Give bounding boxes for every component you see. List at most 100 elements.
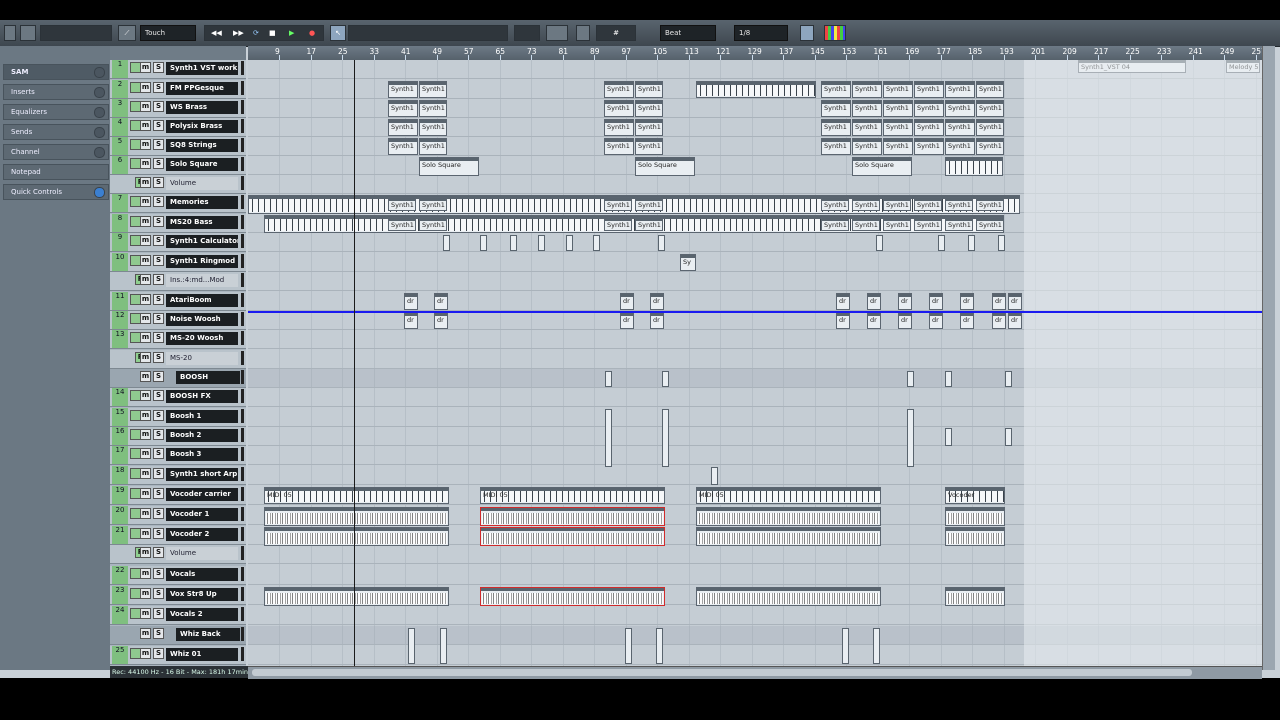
vocoder-audio-event[interactable]: [264, 507, 449, 526]
solo-button[interactable]: S: [153, 120, 164, 131]
drum-event[interactable]: dr: [929, 312, 943, 329]
small-event[interactable]: [593, 235, 600, 251]
track-name[interactable]: Vocoder carrier: [166, 488, 238, 501]
synth1-event[interactable]: Synth1: [883, 217, 911, 231]
drum-event[interactable]: dr: [960, 293, 974, 310]
synth1-event[interactable]: Synth1: [635, 217, 663, 231]
synth1-event[interactable]: Synth1: [821, 100, 851, 117]
track-name[interactable]: Vocoder 1: [166, 508, 238, 521]
track-header[interactable]: RmSIns.:4:md...Mod: [110, 272, 246, 291]
mute-button[interactable]: m: [140, 648, 151, 659]
timeline-ruler[interactable]: 9 17 25 33 41 49 57 65 73 81 89 97 105 113 121 129 137 14…: [248, 46, 1262, 61]
mute-button[interactable]: m: [140, 196, 151, 207]
track-header[interactable]: 19 m S Vocoder carrier: [110, 486, 246, 505]
solo-button[interactable]: S: [153, 196, 164, 207]
track-header[interactable]: 12 m S Noise Woosh: [110, 311, 246, 330]
drum-event[interactable]: dr: [650, 293, 664, 310]
synth1-event[interactable]: Synth1: [419, 217, 447, 231]
track-name[interactable]: Vocals: [166, 568, 238, 581]
inspector-channel[interactable]: Channel: [3, 144, 109, 160]
bypass-sends-icon[interactable]: [94, 127, 105, 138]
track-name[interactable]: Boosh 1: [166, 410, 238, 423]
synth1-event[interactable]: Synth1: [945, 197, 973, 211]
track-header[interactable]: 21 m S Vocoder 2: [110, 526, 246, 545]
project-cursor[interactable]: [354, 60, 355, 670]
track-name[interactable]: Vocals 2: [166, 608, 238, 621]
solo-square-event[interactable]: [945, 157, 1003, 176]
synth1-event[interactable]: Synth1: [604, 217, 632, 231]
bypass-inserts-icon[interactable]: [94, 87, 105, 98]
vocoder-carrier-event[interactable]: MIDI 05: [480, 487, 665, 504]
solo-button[interactable]: S: [153, 235, 164, 246]
automation-icon[interactable]: ⟋: [118, 25, 136, 41]
track-header[interactable]: 14 m S BOOSH FX: [110, 388, 246, 407]
track-name[interactable]: WS Brass: [166, 101, 238, 114]
vocoder-audio-event[interactable]: [480, 527, 665, 546]
automation-mode-select[interactable]: Touch: [140, 25, 196, 41]
small-event[interactable]: [1005, 428, 1012, 446]
track-name[interactable]: Vocoder 2: [166, 528, 238, 541]
small-event[interactable]: [656, 628, 663, 664]
mute-button[interactable]: m: [140, 352, 151, 363]
synth1-event[interactable]: Synth1: [914, 197, 942, 211]
grid-type-select[interactable]: Beat: [660, 25, 716, 41]
synth1-event[interactable]: Synth1: [635, 119, 663, 136]
drum-event[interactable]: dr: [620, 293, 634, 310]
solo-button[interactable]: S: [153, 390, 164, 401]
small-event[interactable]: [907, 409, 914, 467]
vocoder-carrier-event[interactable]: MIDI 05: [264, 487, 449, 504]
synth1-event[interactable]: Synth1: [852, 217, 880, 231]
track-name[interactable]: Ins.:4:md...Mod: [166, 274, 238, 287]
small-event[interactable]: [662, 409, 669, 467]
track-name[interactable]: Synth1 Ringmod: [166, 255, 238, 268]
track-header[interactable]: 22 m S Vocals: [110, 566, 246, 585]
track-name[interactable]: Whiz 01: [166, 648, 238, 661]
track-name[interactable]: SQ8 Strings: [166, 139, 238, 152]
synth1-event[interactable]: Synth1: [419, 138, 447, 155]
synth1-event[interactable]: Synth1: [821, 138, 851, 155]
synth1-event[interactable]: Synth1: [883, 81, 913, 98]
mute-button[interactable]: m: [140, 468, 151, 479]
synth1-event[interactable]: Synth1: [976, 197, 1004, 211]
synth1-event[interactable]: Synth1: [635, 138, 663, 155]
small-event[interactable]: [408, 628, 415, 664]
small-event[interactable]: [443, 235, 450, 251]
solo-button[interactable]: S: [153, 255, 164, 266]
mute-button[interactable]: m: [140, 628, 151, 639]
channel-icon[interactable]: [94, 147, 105, 158]
track-header[interactable]: RmSVolume: [110, 545, 246, 564]
grid-icon[interactable]: #: [596, 25, 636, 41]
track-name[interactable]: Polysix Brass: [166, 120, 238, 133]
synth1-event[interactable]: Synth1: [945, 100, 975, 117]
solo-button[interactable]: S: [153, 448, 164, 459]
track-name[interactable]: Volume: [166, 177, 238, 190]
solo-button[interactable]: S: [153, 608, 164, 619]
mute-button[interactable]: m: [140, 177, 151, 188]
drum-event[interactable]: dr: [434, 293, 448, 310]
synth1-event[interactable]: Synth1: [388, 197, 416, 211]
synth1-event[interactable]: Synth1: [604, 138, 634, 155]
play-icon[interactable]: ▶: [289, 26, 294, 40]
synth1-event[interactable]: Synth1: [388, 119, 418, 136]
drum-event[interactable]: dr: [620, 312, 634, 329]
synth1-event[interactable]: Synth1: [419, 81, 447, 98]
solo-button[interactable]: S: [153, 177, 164, 188]
synth1-event[interactable]: Synth1: [419, 119, 447, 136]
solo-button[interactable]: S: [153, 82, 164, 93]
track-header[interactable]: 1 m S Synth1 VST work: [110, 60, 246, 79]
vertical-scrollbar[interactable]: [1262, 46, 1275, 670]
mute-button[interactable]: m: [140, 62, 151, 73]
record-icon[interactable]: ●: [309, 26, 315, 40]
mute-button[interactable]: m: [140, 158, 151, 169]
mute-button[interactable]: m: [140, 488, 151, 499]
track-header[interactable]: m S BOOSH: [110, 369, 246, 388]
solo-button[interactable]: S: [153, 468, 164, 479]
track-name[interactable]: BOOSH: [176, 371, 240, 384]
inspector-inserts[interactable]: Inserts: [3, 84, 109, 100]
synth1-event[interactable]: Synth1: [604, 197, 632, 211]
synth1-event[interactable]: Synth1: [852, 100, 882, 117]
small-event[interactable]: [842, 628, 849, 664]
mute-button[interactable]: m: [140, 255, 151, 266]
track-name[interactable]: Memories: [166, 196, 238, 209]
synth1-event[interactable]: Synth1: [852, 138, 882, 155]
